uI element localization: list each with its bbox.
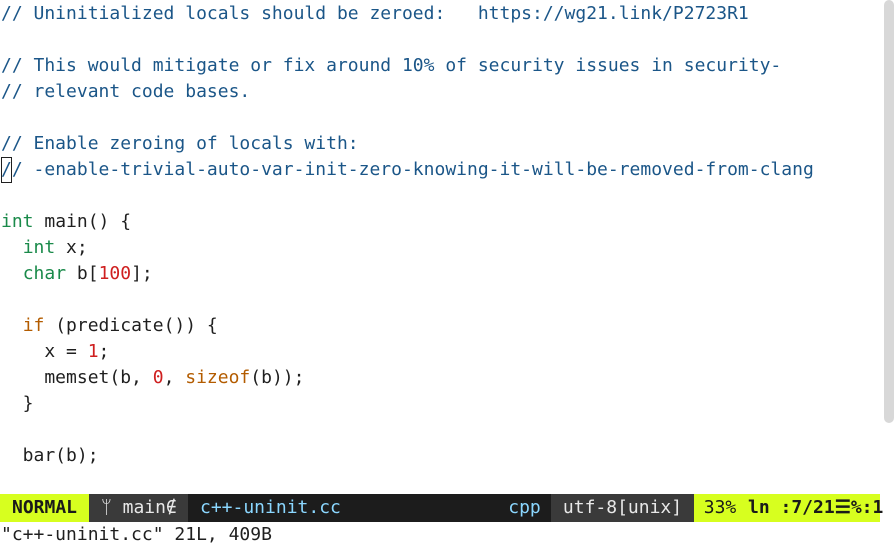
code-token: / -enable-trivial-auto-var-init-zero-kno… <box>11 159 814 180</box>
code-token: char <box>22 263 67 284</box>
code-line[interactable]: // relevant code bases. <box>1 79 250 105</box>
code-line[interactable]: // This would mitigate or fix around 10%… <box>1 53 781 79</box>
git-branch-indicator: ᛘ main∉ <box>89 494 188 522</box>
code-token: sizeof <box>185 367 251 388</box>
code-token: bar(b); <box>1 445 99 466</box>
code-token: main() { <box>33 211 132 232</box>
code-token: // This would mitigate or fix around 10%… <box>1 55 782 76</box>
file-name: c++-uninit.cc <box>188 494 498 522</box>
command-line-message[interactable]: "c++-uninit.cc" 21L, 409B <box>1 522 272 548</box>
code-token: x; <box>55 237 88 258</box>
file-encoding: utf-8[unix] <box>551 494 694 522</box>
code-line[interactable]: bar(b); <box>1 443 99 469</box>
file-type: cpp <box>498 494 551 522</box>
code-line[interactable]: if (predicate()) { <box>1 313 218 339</box>
code-token: int <box>22 237 56 258</box>
code-token: (predicate()) { <box>44 315 218 336</box>
status-line: NORMAL ᛘ main∉ c++-uninit.cc cpp utf-8[u… <box>0 494 883 522</box>
code-token: // Uninitialized locals should be zeroed… <box>1 3 749 24</box>
code-token: ; <box>98 341 110 362</box>
editor-buffer[interactable]: // Uninitialized locals should be zeroed… <box>0 0 880 494</box>
code-line[interactable]: } <box>1 391 34 417</box>
code-line[interactable]: int x; <box>1 235 88 261</box>
code-line[interactable]: // Uninitialized locals should be zeroed… <box>1 1 749 27</box>
code-token: // Enable zeroing of locals with: <box>1 133 359 154</box>
editor-scrollbar[interactable] <box>882 0 896 494</box>
code-line[interactable]: memset(b, 0, sizeof(b)); <box>1 365 304 391</box>
code-token: b[ <box>66 263 99 284</box>
code-token: 1 <box>87 341 99 362</box>
code-line[interactable]: x = 1; <box>1 339 109 365</box>
code-token: } <box>1 393 34 414</box>
code-line[interactable]: // -enable-trivial-auto-var-init-zero-kn… <box>1 157 814 183</box>
text-cursor: / <box>1 157 12 183</box>
code-line[interactable]: char b[100]; <box>1 261 153 287</box>
code-token: 0 <box>152 367 164 388</box>
scroll-percent: 33% <box>694 494 746 522</box>
code-token: , <box>163 367 186 388</box>
mode-indicator: NORMAL <box>0 494 89 522</box>
code-line[interactable]: // Enable zeroing of locals with: <box>1 131 359 157</box>
scrollbar-thumb[interactable] <box>884 0 894 423</box>
code-token: 100 <box>98 263 132 284</box>
code-token: (b)); <box>250 367 305 388</box>
code-token: int <box>1 211 34 232</box>
code-token: if <box>22 315 45 336</box>
cursor-position: ln :7/21☰%:1 <box>746 494 883 522</box>
code-token: memset(b, <box>1 367 153 388</box>
code-token: // relevant code bases. <box>1 81 251 102</box>
code-token: ]; <box>131 263 153 284</box>
code-line[interactable]: int main() { <box>1 209 131 235</box>
code-token: x = <box>1 341 88 362</box>
